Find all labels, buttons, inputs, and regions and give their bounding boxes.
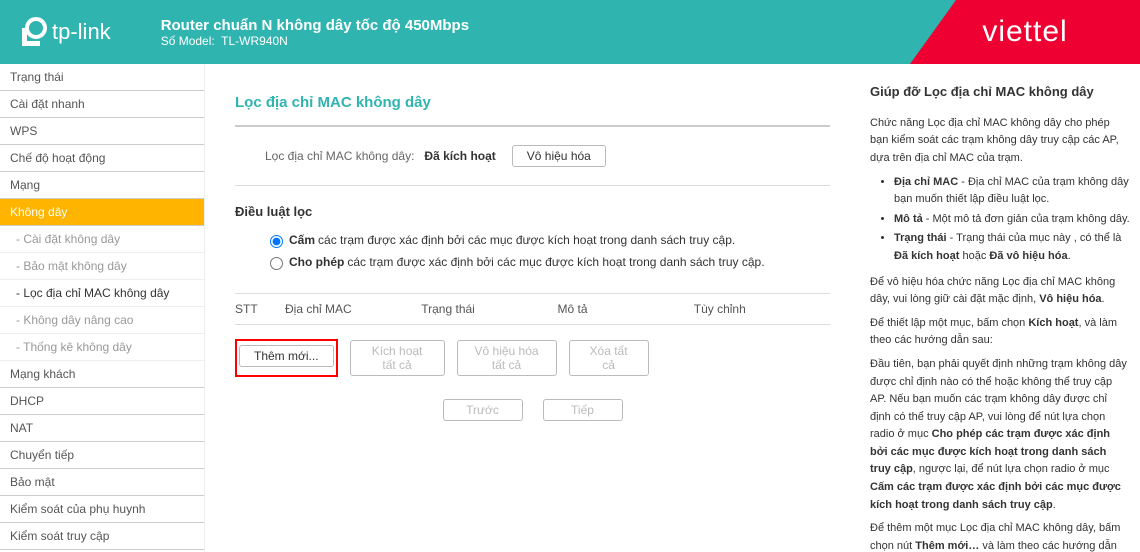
sidebar-item-network[interactable]: Mạng [0, 172, 204, 199]
filter-status-value: Đã kích hoạt [424, 149, 495, 163]
col-desc: Mô tả [558, 302, 694, 316]
delete-all-button[interactable]: Xóa tất cả [569, 340, 649, 376]
highlight-add-new: Thêm mới... [235, 339, 338, 377]
radio-deny[interactable] [270, 235, 283, 248]
enable-all-button[interactable]: Kích hoạt tất cả [350, 340, 445, 376]
rules-title: Điều luật lọc [235, 204, 830, 219]
radio-allow[interactable] [270, 257, 283, 270]
viettel-badge: viettel [910, 0, 1140, 64]
table-header: STT Địa chỉ MAC Trạng thái Mô tả Tùy chỉ… [235, 293, 830, 325]
sidebar-sub-mac-filter[interactable]: - Lọc địa chỉ MAC không dây [0, 280, 204, 307]
sidebar-sub-wifi-stats[interactable]: - Thống kê không dây [0, 334, 204, 361]
sidebar-item-security[interactable]: Bảo mật [0, 469, 204, 496]
col-status: Trạng thái [421, 302, 557, 316]
tp-link-logo: tp-link [16, 16, 111, 48]
sidebar-sub-wifi-advanced[interactable]: - Không dây nâng cao [0, 307, 204, 334]
page-title: Lọc địa chỉ MAC không dây [235, 94, 830, 127]
sidebar-item-parental[interactable]: Kiểm soát của phụ huynh [0, 496, 204, 523]
sidebar-item-opmode[interactable]: Chế độ hoạt động [0, 145, 204, 172]
product-info: Router chuẩn N không dây tốc độ 450Mbps … [161, 17, 469, 48]
disable-all-button[interactable]: Vô hiệu hóa tất cả [457, 340, 557, 376]
col-stt: STT [235, 302, 285, 316]
sidebar-item-guest[interactable]: Mạng khách [0, 361, 204, 388]
sidebar-item-wireless[interactable]: Không dây [0, 199, 204, 226]
next-button[interactable]: Tiếp [543, 399, 623, 421]
prev-button[interactable]: Trước [443, 399, 523, 421]
sidebar-item-nat[interactable]: NAT [0, 415, 204, 442]
sidebar-sub-wifi-settings[interactable]: - Cài đặt không dây [0, 226, 204, 253]
col-edit: Tùy chỉnh [694, 302, 830, 316]
help-title: Giúp đỡ Lọc địa chỉ MAC không dây [870, 82, 1130, 103]
logo-icon [16, 16, 48, 48]
sidebar-item-forwarding[interactable]: Chuyển tiếp [0, 442, 204, 469]
sidebar-item-access[interactable]: Kiểm soát truy cập [0, 523, 204, 550]
add-new-button[interactable]: Thêm mới... [239, 345, 334, 367]
help-panel: Giúp đỡ Lọc địa chỉ MAC không dây Chức n… [860, 64, 1140, 552]
sidebar-item-dhcp[interactable]: DHCP [0, 388, 204, 415]
sidebar-item-quicksetup[interactable]: Cài đặt nhanh [0, 91, 204, 118]
main-content: Lọc địa chỉ MAC không dây Lọc địa chỉ MA… [205, 64, 860, 552]
sidebar: Trạng thái Cài đặt nhanh WPS Chế độ hoạt… [0, 64, 205, 552]
col-mac: Địa chỉ MAC [285, 302, 421, 316]
sidebar-item-status[interactable]: Trạng thái [0, 64, 204, 91]
sidebar-item-wps[interactable]: WPS [0, 118, 204, 145]
product-title: Router chuẩn N không dây tốc độ 450Mbps [161, 17, 469, 34]
disable-button[interactable]: Vô hiệu hóa [512, 145, 606, 167]
sidebar-sub-wifi-security[interactable]: - Bảo mật không dây [0, 253, 204, 280]
filter-status-label: Lọc địa chỉ MAC không dây: [265, 149, 414, 163]
